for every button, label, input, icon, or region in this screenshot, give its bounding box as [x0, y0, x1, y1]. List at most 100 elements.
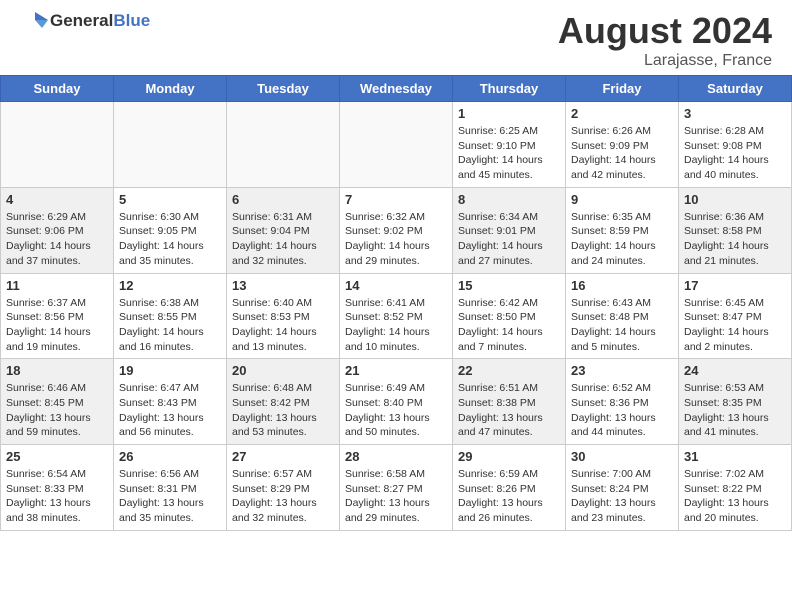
day-number: 23	[571, 363, 673, 378]
day-info: Sunrise: 6:46 AM Sunset: 8:45 PM Dayligh…	[6, 381, 108, 440]
table-row: 7Sunrise: 6:32 AM Sunset: 9:02 PM Daylig…	[340, 187, 453, 273]
day-info: Sunrise: 7:02 AM Sunset: 8:22 PM Dayligh…	[684, 467, 786, 526]
calendar-table: Sunday Monday Tuesday Wednesday Thursday…	[0, 75, 792, 531]
day-number: 20	[232, 363, 334, 378]
table-row: 18 Sunrise: 6:46 AM Sunset: 8:45 PM Dayli…	[1, 359, 114, 445]
day-number: 11	[6, 278, 108, 293]
day-info: Sunrise: 6:53 AM Sunset: 8:35 PM Dayligh…	[684, 381, 786, 440]
day-number: 29	[458, 449, 560, 464]
day-number: 19	[119, 363, 221, 378]
col-thursday: Thursday	[453, 76, 566, 102]
day-number: 1	[458, 106, 560, 121]
table-row: 2Sunrise: 6:26 AM Sunset: 9:09 PM Daylig…	[566, 102, 679, 188]
day-number: 28	[345, 449, 447, 464]
table-row: 24 Sunrise: 6:53 AM Sunset: 8:35 PM Dayli…	[679, 359, 792, 445]
day-info: Sunrise: 7:00 AM Sunset: 8:24 PM Dayligh…	[571, 467, 673, 526]
day-info: Sunrise: 6:48 AM Sunset: 8:42 PM Dayligh…	[232, 381, 334, 440]
day-info: Sunrise: 6:38 AM Sunset: 8:55 PM Dayligh…	[119, 296, 221, 355]
day-info: Sunrise: 6:57 AM Sunset: 8:29 PM Dayligh…	[232, 467, 334, 526]
day-number: 14	[345, 278, 447, 293]
table-row: 26Sunrise: 6:56 AM Sunset: 8:31 PM Dayli…	[114, 445, 227, 531]
table-row	[340, 102, 453, 188]
day-number: 7	[345, 192, 447, 207]
table-row: 23 Sunrise: 6:52 AM Sunset: 8:36 PM Dayli…	[566, 359, 679, 445]
calendar-header-row: Sunday Monday Tuesday Wednesday Thursday…	[1, 76, 792, 102]
day-number: 13	[232, 278, 334, 293]
day-number: 3	[684, 106, 786, 121]
table-row: 17 Sunrise: 6:45 AM Sunset: 8:47 PM Dayli…	[679, 273, 792, 359]
day-number: 24	[684, 363, 786, 378]
table-row: 8 Sunrise: 6:34 AM Sunset: 9:01 PM Daylig…	[453, 187, 566, 273]
table-row: 27Sunrise: 6:57 AM Sunset: 8:29 PM Dayli…	[227, 445, 340, 531]
day-info: Sunrise: 6:37 AM Sunset: 8:56 PM Dayligh…	[6, 296, 108, 355]
table-row: 5 Sunrise: 6:30 AM Sunset: 9:05 PM Daylig…	[114, 187, 227, 273]
day-number: 10	[684, 192, 786, 207]
day-info: Sunrise: 6:52 AM Sunset: 8:36 PM Dayligh…	[571, 381, 673, 440]
day-info: Sunrise: 6:28 AM Sunset: 9:08 PM Dayligh…	[684, 124, 786, 183]
table-row: 21 Sunrise: 6:49 AM Sunset: 8:40 PM Dayli…	[340, 359, 453, 445]
day-info: Sunrise: 6:35 AM Sunset: 8:59 PM Dayligh…	[571, 210, 673, 269]
table-row	[1, 102, 114, 188]
calendar-week-row: 4Sunrise: 6:29 AM Sunset: 9:06 PM Daylig…	[1, 187, 792, 273]
table-row: 28 Sunrise: 6:58 AM Sunset: 8:27 PM Dayli…	[340, 445, 453, 531]
day-info: Sunrise: 6:31 AM Sunset: 9:04 PM Dayligh…	[232, 210, 334, 269]
col-monday: Monday	[114, 76, 227, 102]
table-row: 16Sunrise: 6:43 AM Sunset: 8:48 PM Dayli…	[566, 273, 679, 359]
calendar-week-row: 25Sunrise: 6:54 AM Sunset: 8:33 PM Dayli…	[1, 445, 792, 531]
day-number: 30	[571, 449, 673, 464]
day-info: Sunrise: 6:25 AM Sunset: 9:10 PM Dayligh…	[458, 124, 560, 183]
table-row: 13Sunrise: 6:40 AM Sunset: 8:53 PM Dayli…	[227, 273, 340, 359]
day-number: 31	[684, 449, 786, 464]
table-row: 11 Sunrise: 6:37 AM Sunset: 8:56 PM Dayli…	[1, 273, 114, 359]
day-info: Sunrise: 6:26 AM Sunset: 9:09 PM Dayligh…	[571, 124, 673, 183]
table-row: 10Sunrise: 6:36 AM Sunset: 8:58 PM Dayli…	[679, 187, 792, 273]
day-number: 5	[119, 192, 221, 207]
col-friday: Friday	[566, 76, 679, 102]
day-info: Sunrise: 6:58 AM Sunset: 8:27 PM Dayligh…	[345, 467, 447, 526]
day-info: Sunrise: 6:29 AM Sunset: 9:06 PM Dayligh…	[6, 210, 108, 269]
day-number: 22	[458, 363, 560, 378]
day-info: Sunrise: 6:45 AM Sunset: 8:47 PM Dayligh…	[684, 296, 786, 355]
calendar-week-row: 11 Sunrise: 6:37 AM Sunset: 8:56 PM Dayli…	[1, 273, 792, 359]
day-number: 18	[6, 363, 108, 378]
table-row	[114, 102, 227, 188]
day-info: Sunrise: 6:51 AM Sunset: 8:38 PM Dayligh…	[458, 381, 560, 440]
day-number: 6	[232, 192, 334, 207]
day-info: Sunrise: 6:30 AM Sunset: 9:05 PM Dayligh…	[119, 210, 221, 269]
col-saturday: Saturday	[679, 76, 792, 102]
day-number: 21	[345, 363, 447, 378]
table-row: 30 Sunrise: 7:00 AM Sunset: 8:24 PM Dayli…	[566, 445, 679, 531]
table-row: 4Sunrise: 6:29 AM Sunset: 9:06 PM Daylig…	[1, 187, 114, 273]
table-row: 22 Sunrise: 6:51 AM Sunset: 8:38 PM Dayli…	[453, 359, 566, 445]
table-row: 1 Sunrise: 6:25 AM Sunset: 9:10 PM Daylig…	[453, 102, 566, 188]
table-row: 12Sunrise: 6:38 AM Sunset: 8:55 PM Dayli…	[114, 273, 227, 359]
col-sunday: Sunday	[1, 76, 114, 102]
day-number: 25	[6, 449, 108, 464]
calendar-week-row: 1 Sunrise: 6:25 AM Sunset: 9:10 PM Daylig…	[1, 102, 792, 188]
table-row: 3 Sunrise: 6:28 AM Sunset: 9:08 PM Daylig…	[679, 102, 792, 188]
day-info: Sunrise: 6:42 AM Sunset: 8:50 PM Dayligh…	[458, 296, 560, 355]
day-number: 9	[571, 192, 673, 207]
table-row: 6 Sunrise: 6:31 AM Sunset: 9:04 PM Daylig…	[227, 187, 340, 273]
calendar-week-row: 18 Sunrise: 6:46 AM Sunset: 8:45 PM Dayli…	[1, 359, 792, 445]
day-number: 8	[458, 192, 560, 207]
day-info: Sunrise: 6:49 AM Sunset: 8:40 PM Dayligh…	[345, 381, 447, 440]
day-info: Sunrise: 6:34 AM Sunset: 9:01 PM Dayligh…	[458, 210, 560, 269]
day-number: 17	[684, 278, 786, 293]
day-number: 26	[119, 449, 221, 464]
day-number: 15	[458, 278, 560, 293]
day-info: Sunrise: 6:59 AM Sunset: 8:26 PM Dayligh…	[458, 467, 560, 526]
table-row: 19Sunrise: 6:47 AM Sunset: 8:43 PM Dayli…	[114, 359, 227, 445]
month-year-title: August 2024	[558, 10, 772, 52]
day-number: 16	[571, 278, 673, 293]
logo-icon	[20, 10, 50, 32]
logo-blue-text: Blue	[113, 11, 150, 31]
day-info: Sunrise: 6:41 AM Sunset: 8:52 PM Dayligh…	[345, 296, 447, 355]
table-row	[227, 102, 340, 188]
page-header: GeneralBlue August 2024 Larajasse, Franc…	[0, 0, 792, 75]
table-row: 9 Sunrise: 6:35 AM Sunset: 8:59 PM Daylig…	[566, 187, 679, 273]
title-block: August 2024 Larajasse, France	[558, 10, 772, 70]
table-row: 25Sunrise: 6:54 AM Sunset: 8:33 PM Dayli…	[1, 445, 114, 531]
table-row: 15 Sunrise: 6:42 AM Sunset: 8:50 PM Dayli…	[453, 273, 566, 359]
col-wednesday: Wednesday	[340, 76, 453, 102]
